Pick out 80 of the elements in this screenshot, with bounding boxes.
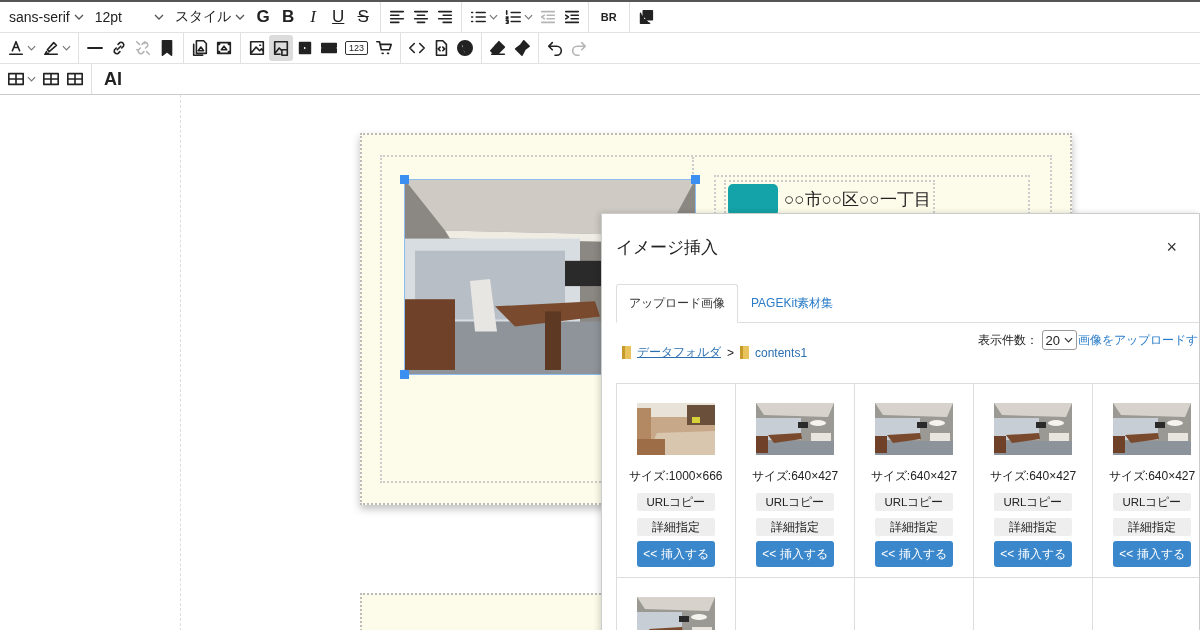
table-layout-icon [66,70,84,88]
caret-icon [1064,337,1073,343]
caret-icon [27,76,36,82]
breadcrumb-separator: > [727,345,734,360]
caret-icon [62,45,71,51]
highlighter-icon [42,39,60,57]
redo-icon [570,39,589,57]
indent-icon [562,8,581,26]
toolbar-button[interactable]: 123 [345,41,369,55]
per-page-select[interactable]: 20 [1041,330,1077,350]
resize-handle[interactable] [400,370,409,379]
toolbar-button[interactable]: AI [96,66,130,92]
toolbar-button[interactable]: B [275,4,301,30]
toolbar-button[interactable]: BR [592,4,625,30]
detail-button[interactable]: 詳細指定 [1113,518,1191,536]
horizontal-line-icon [86,46,104,50]
toolbar-dropdown[interactable]: スタイル [169,5,251,29]
insert-button[interactable]: << 挿入する [875,541,953,567]
image-icon [248,39,266,57]
url-copy-button[interactable]: URLコピー [1113,493,1191,511]
image-size-text: サイズ:640×427 [870,468,958,485]
tab[interactable]: アップロード画像 [616,284,738,323]
insert-button[interactable]: << 挿入する [756,541,834,567]
caret-icon [27,45,36,51]
resize-handle[interactable] [400,175,409,184]
toolbar-dropdown[interactable]: sans-serif [4,5,90,29]
toolbar-button[interactable] [269,35,293,61]
per-page-label: 表示件数： [977,332,1038,348]
upload-link[interactable]: 画像をアップロードす [1078,332,1198,348]
toolbar-button[interactable]: U [325,4,351,30]
image-size-text: サイズ:640×427 [989,468,1077,485]
cart-icon [375,39,394,57]
toolbar-button[interactable]: G [250,4,276,30]
image-edit-icon [272,39,290,57]
align-right-icon [435,8,454,26]
detail-button[interactable]: 詳細指定 [994,518,1072,536]
detail-button[interactable]: 詳細指定 [756,518,834,536]
image-size-text: サイズ:640×427 [751,468,839,485]
url-copy-button[interactable]: URLコピー [994,493,1072,511]
folder-link[interactable]: データフォルダ [637,344,721,361]
close-button[interactable]: × [1166,236,1177,258]
resize-handle[interactable] [691,175,700,184]
caret-icon [488,14,498,20]
caret-icon [234,14,245,20]
undo-icon [546,39,565,57]
insert-button[interactable]: << 挿入する [994,541,1072,567]
category-badge [728,184,778,216]
link-icon [110,39,128,57]
table-icon [7,70,25,88]
unlink-icon [134,39,152,57]
url-copy-button[interactable]: URLコピー [875,493,953,511]
align-center-icon [411,8,430,26]
caret-icon [73,14,84,20]
outdent-icon [538,8,557,26]
current-folder: contents1 [755,345,808,360]
insert-button[interactable]: << 挿入する [1113,541,1191,567]
caret-icon [153,14,164,20]
align-left-icon [387,8,406,26]
detail-button[interactable]: 詳細指定 [637,518,715,536]
frame-icon [215,39,233,57]
insert-button[interactable]: << 挿入する [637,541,715,567]
dialog-title: イメージ挿入 [616,236,718,259]
url-copy-button[interactable]: URLコピー [637,493,715,511]
detail-button[interactable]: 詳細指定 [875,518,953,536]
toolbar-button[interactable]: S [350,4,376,30]
table-icon [42,70,60,88]
address-text: ○○市○○区○○一丁目 [784,189,931,211]
caret-icon [523,14,533,20]
url-copy-button[interactable]: URLコピー [756,493,834,511]
image-size-text: サイズ:640×427 [1108,468,1196,485]
tab[interactable]: PAGEKit素材集 [738,284,847,323]
file-image-icon [191,39,209,57]
toolbar-button[interactable]: I [300,4,326,30]
toolbar-dropdown[interactable]: 12pt [89,5,170,29]
eraser-icon [489,39,508,57]
numbered-list-icon [503,8,522,26]
folder-icon [622,346,631,359]
folder-icon [740,346,749,359]
image-size-text: サイズ:1000×666 [629,468,723,485]
font-color-icon [7,39,25,57]
